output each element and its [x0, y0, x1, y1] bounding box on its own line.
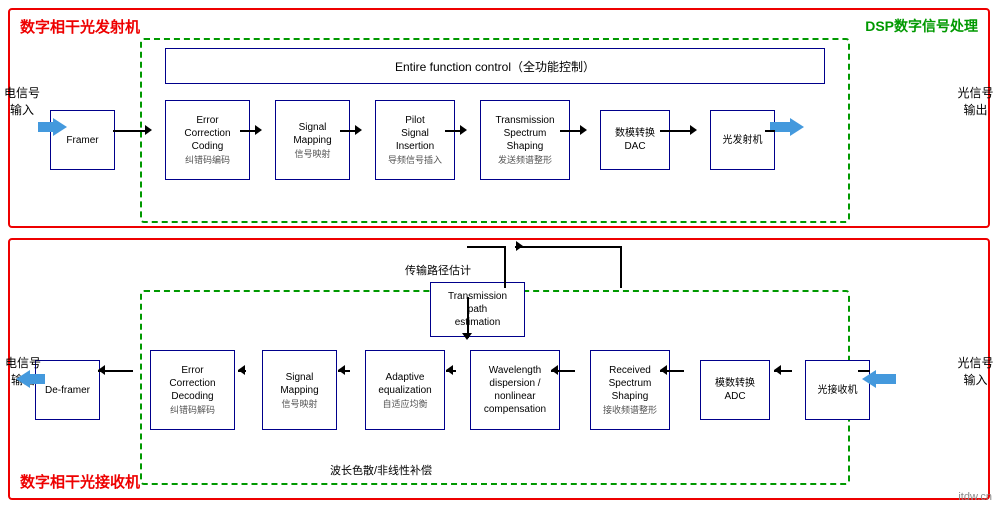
arr-dac-tx [660, 130, 693, 132]
elec-input-arrow [38, 118, 67, 136]
arr-head-r4 [446, 365, 453, 375]
transmitter-label: 数字相干光发射机 [20, 16, 140, 37]
nonlinear-label: 波长色散/非线性补偿 [330, 462, 432, 478]
adc-block: 模数转换ADC [700, 360, 770, 420]
tpe-block: Transmissionpathestimation [430, 282, 525, 337]
dac-block: 数模转换DAC [600, 110, 670, 170]
rx-block: 光接收机 [805, 360, 870, 420]
func-control-box: Entire function control（全功能控制） [165, 48, 825, 84]
dsp-label-top: DSP数字信号处理 [865, 16, 978, 36]
elec-input-label: 电信号输入 [2, 85, 42, 119]
light-input-label: 光信号输入 [953, 355, 998, 389]
v-line-rss-up [620, 246, 622, 288]
arr-framer-ecc [113, 130, 148, 132]
receiver-section: 数字相干光接收机 传输路径估计 波长色散/非线性补偿 De-framer Err… [8, 238, 990, 500]
arr-head-6 [690, 125, 697, 135]
light-output-label: 光信号输出 [953, 85, 998, 119]
arr-head-1 [145, 125, 152, 135]
v-line-tpe-down [467, 297, 469, 338]
sm2-block: SignalMapping 信号映射 [262, 350, 337, 430]
h-line-rss-tpe [515, 246, 621, 248]
receiver-label: 数字相干光接收机 [20, 471, 140, 492]
path-est-label: 传输路径估计 [405, 262, 471, 278]
arr-head-3 [355, 125, 362, 135]
arr-head-tpe-down [462, 333, 472, 340]
arr-head-r6 [660, 365, 667, 375]
elec-output-arrow [16, 370, 45, 388]
psi-block: PilotSignalInsertion 导频信号插入 [375, 100, 455, 180]
arr-head-r1 [98, 365, 105, 375]
deframer-block: De-framer [35, 360, 100, 420]
light-input-arrow [862, 370, 896, 388]
v-line-wdnc-up [504, 246, 506, 288]
arr-head-r2 [238, 365, 245, 375]
aeq-block: Adaptiveequalization 自适应均衡 [365, 350, 445, 430]
tss-block: TransmissionSpectrumShaping 发送频谱整形 [480, 100, 570, 180]
arr-tx-out [765, 130, 775, 132]
ecc-block: ErrorCorrectionCoding 纠错码编码 [165, 100, 250, 180]
sm1-block: SignalMapping 信号映射 [275, 100, 350, 180]
arr-head-5 [580, 125, 587, 135]
arr-head-4 [460, 125, 467, 135]
rss-block: ReceivedSpectrumShaping 接收频谱整形 [590, 350, 670, 430]
transmitter-section: 数字相干光发射机 DSP数字信号处理 Entire function contr… [8, 8, 990, 228]
wdnc-block: Wavelengthdispersion /nonlinearcompensat… [470, 350, 560, 430]
arr-head-r3 [338, 365, 345, 375]
watermark: itdw.cn [958, 491, 992, 503]
light-output-arrow [770, 118, 804, 136]
arr-rx-in [858, 370, 870, 372]
tx-block: 光发射机 [710, 110, 775, 170]
arr-head-2 [255, 125, 262, 135]
main-container: { "transmitter": { "label": "数字相干光发射机", … [0, 0, 1000, 507]
h-line-wdnc-tpe [467, 246, 505, 248]
arr-head-r5 [551, 365, 558, 375]
ecd-block: ErrorCorrectionDecoding 纠错码解码 [150, 350, 235, 430]
arr-head-r7 [774, 365, 781, 375]
